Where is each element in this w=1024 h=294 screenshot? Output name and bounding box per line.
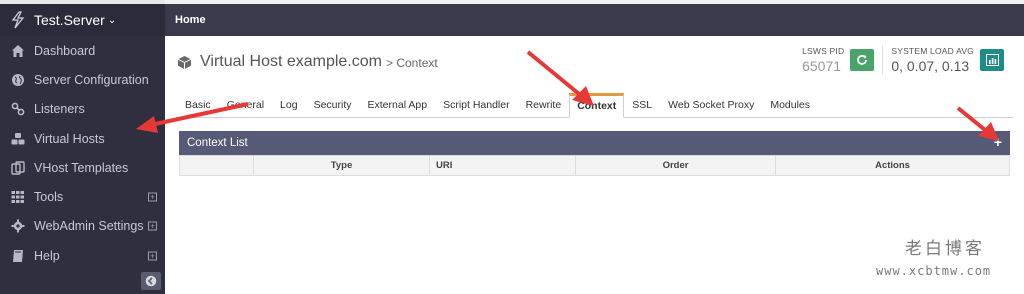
sidebar-item-label: Help: [34, 248, 60, 263]
column-header-type: Type: [253, 155, 430, 176]
litespeed-logo-icon: [11, 11, 25, 29]
arrow-left-circle-icon: [145, 275, 157, 287]
sidebar-item-label: Virtual Hosts: [34, 131, 105, 146]
system-load-stat: SYSTEM LOAD AVG 0, 0.07, 0.13: [882, 46, 1012, 74]
context-list-panel: Context List + Type URI Order Actions: [179, 131, 1010, 176]
breadcrumb: > Context: [386, 56, 438, 70]
lsws-pid-stat: LSWS PID 65071: [794, 46, 882, 74]
sidebar-item-listeners[interactable]: Listeners: [0, 95, 165, 124]
vhost-tabs: Basic General Log Security External App …: [177, 93, 1013, 118]
sidebar-item-label: Dashboard: [34, 43, 96, 58]
sidebar-item-webadmin-settings[interactable]: WebAdmin Settings +: [0, 212, 165, 241]
table-header-row: Type URI Order Actions: [179, 155, 1010, 176]
column-header-uri: URI: [429, 155, 576, 176]
tab-ssl[interactable]: SSL: [624, 99, 660, 117]
book-icon: [10, 248, 26, 264]
panel-title: Context List: [187, 137, 248, 149]
sidebar-item-label: VHost Templates: [34, 160, 129, 175]
refresh-icon: [857, 55, 868, 65]
grid-icon: [10, 189, 26, 205]
cubes-icon: [10, 131, 26, 147]
page-title-text: Virtual Host example.com: [200, 53, 382, 70]
pid-label: LSWS PID: [802, 46, 845, 56]
sidebar-item-label: Server Configuration: [34, 72, 149, 87]
tab-context[interactable]: Context: [569, 93, 625, 118]
server-name: Test.Server: [34, 12, 105, 28]
sidebar-item-virtual-hosts[interactable]: Virtual Hosts: [0, 124, 165, 153]
context-table: Type URI Order Actions: [179, 155, 1010, 176]
sidebar: Test.Server ⌄ Dashboard Server Configura…: [0, 0, 165, 294]
real-time-stats-button[interactable]: [980, 49, 1004, 71]
column-header-actions: Actions: [775, 155, 1010, 176]
expand-icon[interactable]: +: [148, 251, 157, 261]
context-list-header: Context List +: [179, 131, 1010, 155]
sidebar-item-server-configuration[interactable]: Server Configuration: [0, 65, 165, 94]
page-title: Virtual Host example.com > Context: [177, 53, 438, 71]
server-switcher[interactable]: Test.Server ⌄: [0, 0, 165, 36]
sidebar-item-label: WebAdmin Settings: [34, 219, 144, 234]
pid-value: 65071: [802, 58, 842, 74]
cube-icon: [177, 55, 192, 69]
top-header: Home: [165, 4, 1024, 36]
add-context-button[interactable]: +: [994, 135, 1002, 149]
tab-log[interactable]: Log: [272, 99, 306, 117]
column-header-order: Order: [575, 155, 776, 176]
tab-security[interactable]: Security: [306, 99, 360, 117]
tab-rewrite[interactable]: Rewrite: [518, 99, 570, 117]
watermark-title: 老白博客: [905, 239, 985, 259]
chevron-down-icon: ⌄: [107, 14, 117, 26]
sidebar-item-help[interactable]: Help +: [0, 241, 165, 270]
sidebar-item-label: Listeners: [34, 102, 85, 117]
sidebar-item-vhost-templates[interactable]: VHost Templates: [0, 153, 165, 182]
sidebar-item-label: Tools: [34, 190, 64, 205]
globe-icon: [10, 72, 26, 88]
load-label: SYSTEM LOAD AVG: [891, 46, 974, 56]
home-icon: [10, 43, 26, 59]
server-stats: LSWS PID 65071 SYSTEM LOAD AVG 0, 0.07, …: [794, 46, 1012, 74]
tab-basic[interactable]: Basic: [177, 99, 219, 117]
expand-icon[interactable]: +: [148, 221, 157, 231]
sidebar-item-dashboard[interactable]: Dashboard: [0, 36, 165, 65]
load-value: 0, 0.07, 0.13: [891, 58, 970, 74]
sidebar-collapse-button[interactable]: [141, 272, 161, 290]
expand-icon[interactable]: +: [148, 192, 157, 202]
gear-icon: [10, 218, 26, 234]
tab-script-handler[interactable]: Script Handler: [435, 99, 518, 117]
watermark-url: www.xcbtmw.com: [876, 264, 992, 278]
copy-icon: [10, 160, 26, 176]
link-icon: [10, 101, 26, 117]
tab-external-app[interactable]: External App: [360, 99, 436, 117]
bar-chart-icon: [985, 54, 999, 66]
tab-modules[interactable]: Modules: [762, 99, 818, 117]
sidebar-item-tools[interactable]: Tools +: [0, 182, 165, 211]
header-title[interactable]: Home: [175, 14, 206, 26]
main-content: Virtual Host example.com > Context LSWS …: [165, 36, 1024, 294]
tab-web-socket-proxy[interactable]: Web Socket Proxy: [660, 99, 762, 117]
tab-general[interactable]: General: [219, 99, 272, 117]
sidebar-nav: Dashboard Server Configuration Listeners…: [0, 36, 165, 270]
restart-button[interactable]: [850, 49, 875, 71]
column-header-blank: [179, 155, 254, 176]
